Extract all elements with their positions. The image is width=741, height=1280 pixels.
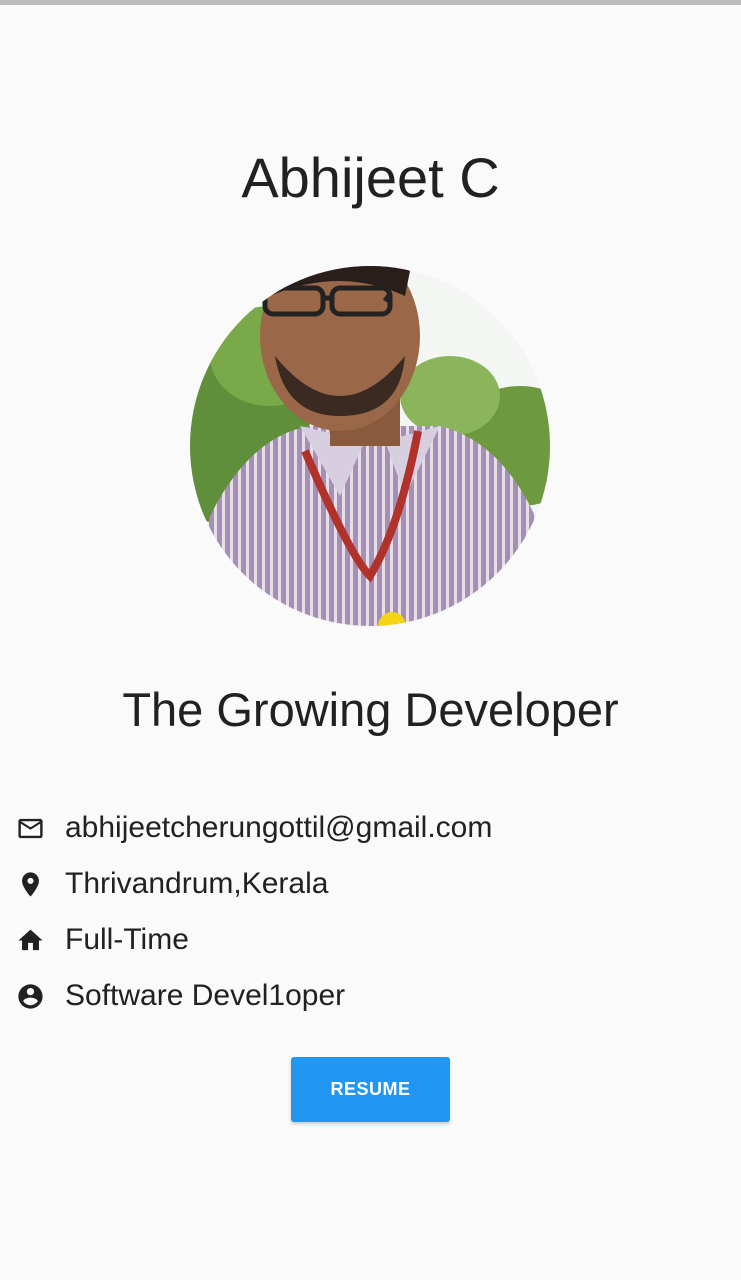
profile-name: Abhijeet C bbox=[241, 146, 500, 209]
email-text: abhijeetcherungottil@gmail.com bbox=[65, 811, 493, 844]
employment-row: Full-Time bbox=[16, 912, 716, 968]
role-row: Software Devel1oper bbox=[16, 968, 716, 1024]
location-text: Thrivandrum,Kerala bbox=[65, 867, 329, 900]
location-row: Thrivandrum,Kerala bbox=[16, 856, 716, 912]
mail-icon bbox=[16, 814, 45, 843]
profile-tagline: The Growing Developer bbox=[122, 683, 619, 736]
resume-button[interactable]: RESUME bbox=[291, 1057, 450, 1122]
email-row: abhijeetcherungottil@gmail.com bbox=[16, 800, 716, 856]
contact-info-list: abhijeetcherungottil@gmail.com Thrivandr… bbox=[16, 800, 716, 1024]
employment-text: Full-Time bbox=[65, 923, 189, 956]
home-icon bbox=[16, 926, 45, 955]
role-text: Software Devel1oper bbox=[65, 979, 346, 1012]
account-circle-icon bbox=[16, 982, 45, 1011]
status-bar-edge bbox=[0, 0, 741, 5]
profile-avatar bbox=[190, 266, 550, 626]
location-pin-icon bbox=[16, 870, 45, 899]
